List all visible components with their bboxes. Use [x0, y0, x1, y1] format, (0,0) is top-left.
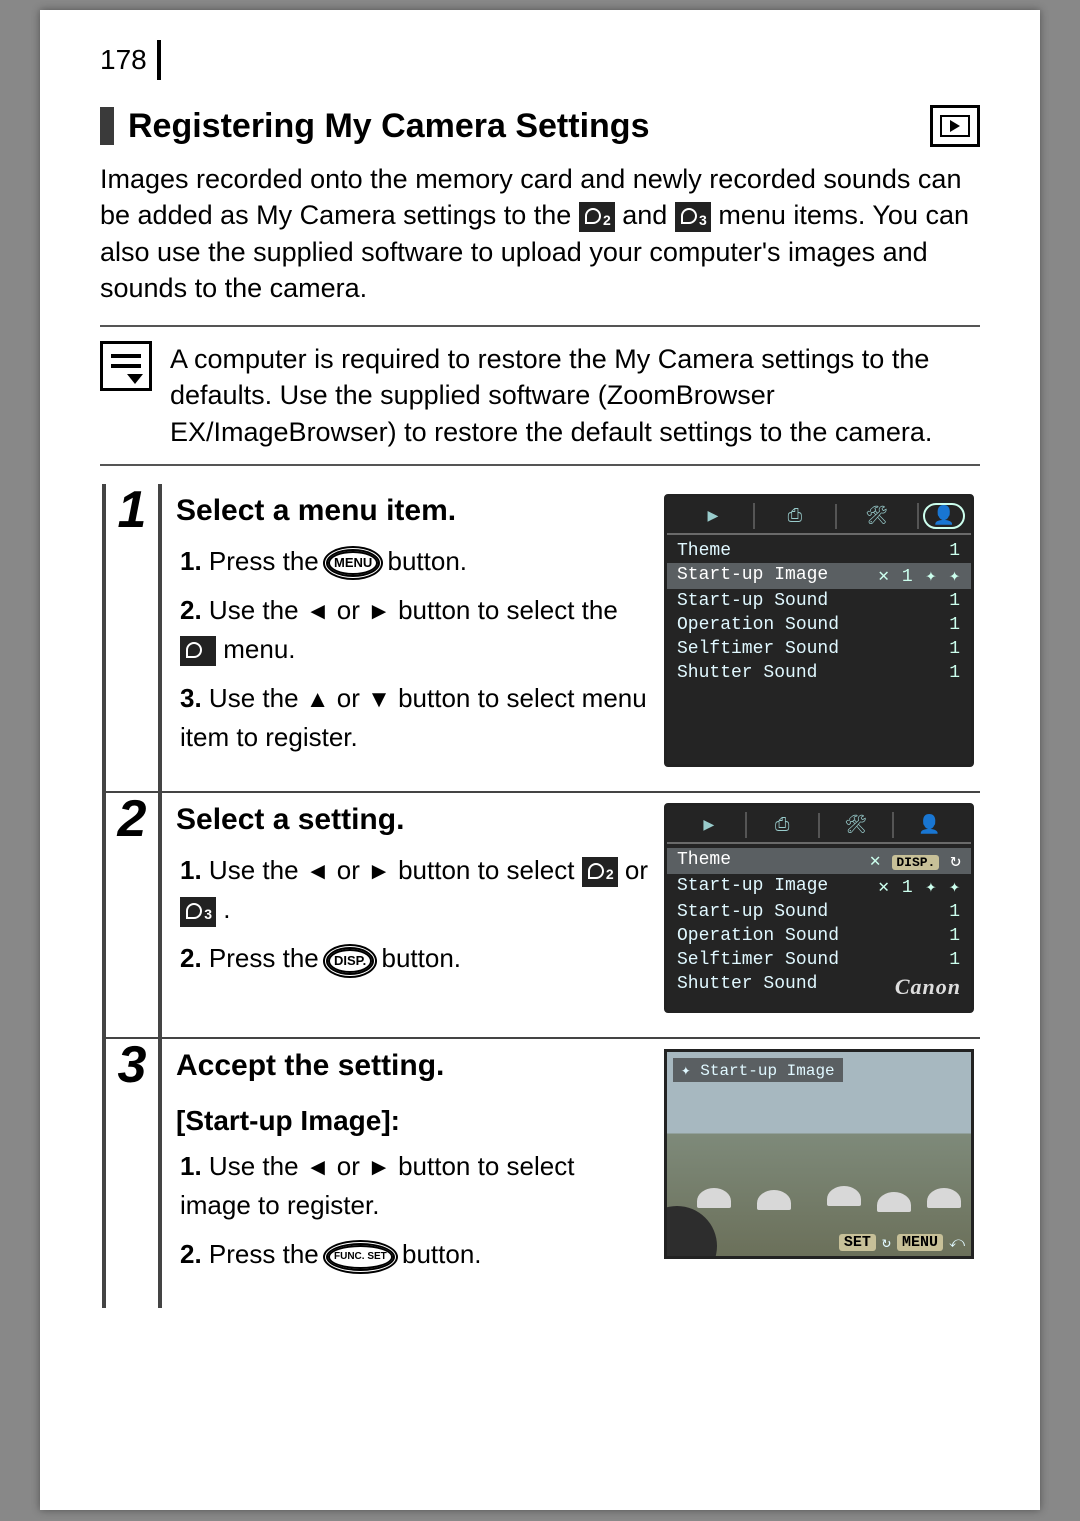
lcd-tab-tools-icon: 🛠	[837, 503, 919, 529]
substep: 3. Use the ▲ or ▼ button to select menu …	[180, 679, 650, 757]
mycamera-slot3-icon: 3	[675, 202, 711, 232]
substep: 2. Press the DISP. button.	[180, 939, 650, 978]
set-badge-icon: SET	[839, 1234, 876, 1251]
camera-lcd-screenshot-1: ▶ ⎙ 🛠 👤 Theme1 Start-up Image✕ 1 ✦ ✦ Sta…	[664, 494, 974, 767]
separator	[100, 325, 980, 327]
note-text: A computer is required to restore the My…	[170, 341, 980, 450]
playback-mode-icon	[930, 105, 980, 147]
canon-logo: Canon	[895, 974, 961, 1000]
step-3: 3 Accept the setting. [Start-up Image]: …	[106, 1037, 980, 1308]
note-icon	[100, 341, 152, 391]
mycamera-menu-icon	[180, 636, 216, 666]
playback-inner-icon	[940, 115, 970, 137]
right-arrow-icon: ►	[367, 598, 391, 625]
step-number: 1	[106, 484, 162, 791]
left-arrow-icon: ◄	[306, 1154, 330, 1181]
left-arrow-icon: ◄	[306, 598, 330, 625]
step-list: 1 Select a menu item. 1. Press the MENU …	[102, 484, 980, 1308]
page-number: 178	[100, 40, 161, 80]
step-number: 3	[106, 1039, 162, 1308]
substep: 2. Use the ◄ or ► button to select the m…	[180, 591, 650, 669]
step-2: 2 Select a setting. 1. Use the ◄ or ► bu…	[106, 791, 980, 1037]
left-arrow-icon: ◄	[306, 858, 330, 885]
note-block: A computer is required to restore the My…	[100, 341, 980, 466]
lcd-tab-play-icon: ▶	[673, 812, 747, 838]
menu-button-icon: MENU	[326, 549, 380, 577]
lcd-tab-print-icon: ⎙	[747, 813, 821, 838]
step-title: Select a setting.	[176, 803, 650, 837]
lcd-tab-play-icon: ▶	[673, 503, 755, 529]
mycamera-slot2-icon: 2	[579, 202, 615, 232]
manual-page: 178 Registering My Camera Settings Image…	[40, 10, 1040, 1510]
right-arrow-icon: ►	[367, 858, 391, 885]
lcd-menu-rows: Theme ✕ DISP. ↻ Start-up Image✕ 1 ✦ ✦ St…	[667, 844, 971, 1004]
disp-badge-icon: DISP.	[892, 855, 939, 870]
lcd-tab-print-icon: ⎙	[755, 504, 837, 529]
step-title: Select a menu item.	[176, 494, 650, 528]
mycamera-slot2-icon: 2	[582, 857, 618, 887]
right-arrow-icon: ►	[367, 1154, 391, 1181]
section-header: Registering My Camera Settings	[100, 105, 980, 147]
camera-lcd-screenshot-2: ▶ ⎙ 🛠 👤 Theme ✕ DISP. ↻ Start-up Image✕ …	[664, 803, 974, 1013]
step-1: 1 Select a menu item. 1. Press the MENU …	[106, 484, 980, 791]
mycamera-slot3-icon: 3	[180, 897, 216, 927]
section-title: Registering My Camera Settings	[128, 107, 916, 146]
lcd-tab-tools-icon: 🛠	[820, 812, 894, 838]
lcd-tab-mycamera-icon: 👤	[894, 812, 966, 838]
disp-button-icon: DISP.	[326, 947, 374, 975]
step-title: Accept the setting.	[176, 1049, 650, 1083]
substep: 1. Use the ◄ or ► button to select 2 or …	[180, 851, 650, 929]
func-set-button-icon: FUNC. SET	[326, 1243, 395, 1271]
step-number: 2	[106, 793, 162, 1037]
photo-nav-left-icon	[664, 1206, 717, 1259]
down-arrow-icon: ▼	[367, 686, 391, 713]
lcd-menu-rows: Theme1 Start-up Image✕ 1 ✦ ✦ Start-up So…	[667, 535, 971, 687]
play-triangle-icon	[950, 120, 960, 132]
lcd-tab-mycamera-icon: 👤	[923, 503, 965, 529]
intro-paragraph: Images recorded onto the memory card and…	[100, 161, 980, 307]
up-arrow-icon: ▲	[306, 686, 330, 713]
camera-lcd-screenshot-3: ✦ Start-up Image SET↻ MENU⤺	[664, 1049, 974, 1259]
substep: 2. Press the FUNC. SET button.	[180, 1235, 650, 1274]
step-subtitle: [Start-up Image]:	[176, 1105, 650, 1137]
substep: 1. Use the ◄ or ► button to select image…	[180, 1147, 650, 1225]
photo-title-badge: ✦ Start-up Image	[673, 1058, 843, 1082]
menu-badge-icon: MENU	[897, 1234, 943, 1251]
section-accent-bar	[100, 107, 114, 145]
substep: 1. Press the MENU button.	[180, 542, 650, 581]
